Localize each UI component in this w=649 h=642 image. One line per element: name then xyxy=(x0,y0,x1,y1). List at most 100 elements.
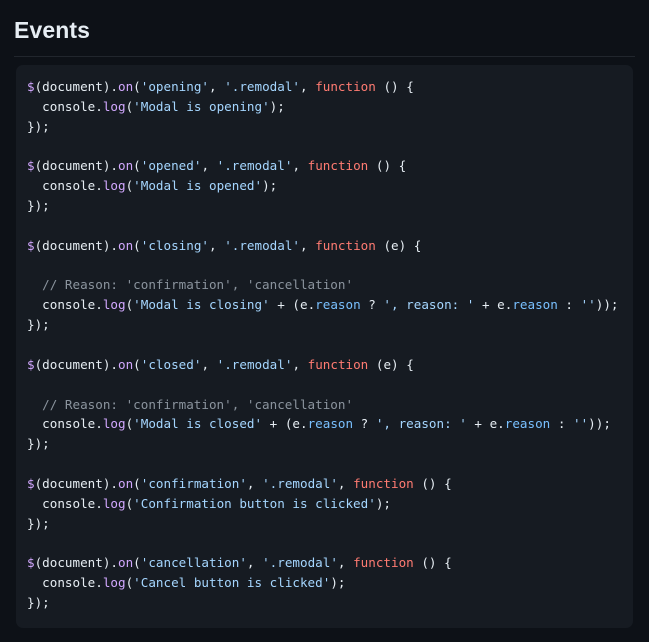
code-token: 'closing' xyxy=(140,237,210,253)
code-token: on xyxy=(118,237,134,253)
code-token: '.remodal' xyxy=(224,79,301,94)
code-token: $ xyxy=(27,475,35,491)
code-token: ', reason: ' xyxy=(375,416,467,432)
code-token: ( xyxy=(133,475,141,491)
code-token: () { xyxy=(413,475,452,491)
code-token: , xyxy=(292,158,308,174)
code-token: , xyxy=(209,237,225,253)
code-token: on xyxy=(118,356,134,372)
code-token: on xyxy=(118,475,134,491)
code-token: : xyxy=(557,297,581,313)
code-token: ); xyxy=(262,178,278,194)
code-token: // Reason: 'confirmation', 'cancellation… xyxy=(27,277,354,293)
code-token: $ xyxy=(27,356,35,372)
code-token: + e. xyxy=(466,416,505,432)
code-token: )); xyxy=(595,297,619,313)
code-token: 'cancellation' xyxy=(140,555,247,571)
code-token: 'confirmation' xyxy=(140,475,247,491)
code-token: reason xyxy=(512,297,558,313)
code-line: // Reason: 'confirmation', 'cancellation… xyxy=(27,397,353,412)
code-line: console.log('Modal is opened'); xyxy=(27,178,277,193)
code-line: }); xyxy=(27,119,50,134)
section-header: Events xyxy=(0,0,649,57)
code-token: // Reason: 'confirmation', 'cancellation… xyxy=(27,396,354,412)
code-token: 'Cancel button is clicked' xyxy=(133,575,331,591)
code-line: }); xyxy=(27,595,50,610)
code-token: ( xyxy=(133,237,141,253)
code-token: 'Confirmation button is clicked' xyxy=(133,495,376,511)
code-token: '' xyxy=(573,416,589,432)
code-token: (document). xyxy=(34,475,118,491)
code-line: // Reason: 'confirmation', 'cancellation… xyxy=(27,277,353,292)
code-token: ? xyxy=(360,297,384,313)
title-divider xyxy=(14,56,635,57)
code-scroll-region[interactable]: $(document).on('opening', '.remodal', fu… xyxy=(16,65,633,628)
code-token: $ xyxy=(27,237,35,253)
code-token: ); xyxy=(269,98,285,114)
code-token: ', reason: ' xyxy=(383,297,475,313)
code-token: 'opening' xyxy=(140,79,210,94)
code-token: function xyxy=(315,237,376,253)
code-token: function xyxy=(307,356,369,372)
code-token: () { xyxy=(413,555,452,571)
code-token: '.remodal' xyxy=(216,158,293,174)
documentation-page: Events $(document).on('opening', '.remod… xyxy=(0,0,649,642)
code-token: 'Modal is closed' xyxy=(133,416,263,432)
code-line: $(document).on('cancellation', '.remodal… xyxy=(27,555,452,570)
code-token: log xyxy=(102,297,126,313)
code-token: log xyxy=(102,416,126,432)
code-token: (document). xyxy=(34,79,118,94)
code-token: () { xyxy=(368,158,407,174)
code-token: $ xyxy=(27,555,35,571)
code-line: }); xyxy=(27,436,50,451)
code-token: , xyxy=(300,237,316,253)
code-token: $ xyxy=(27,79,35,94)
code-snippet[interactable]: $(document).on('opening', '.remodal', fu… xyxy=(27,77,633,613)
code-token: reason xyxy=(307,416,354,432)
code-token: )); xyxy=(588,416,611,432)
code-token: }); xyxy=(27,515,50,531)
code-token: '.remodal' xyxy=(262,475,338,491)
code-line: $(document).on('opened', '.remodal', fun… xyxy=(27,158,406,173)
code-token: (e) { xyxy=(368,356,414,372)
code-token: console. xyxy=(27,98,103,114)
code-token: reason xyxy=(504,416,551,432)
code-token: log xyxy=(102,178,126,194)
code-token: '.remodal' xyxy=(216,356,293,372)
code-token: reason xyxy=(315,297,361,313)
code-line: $(document).on('closing', '.remodal', fu… xyxy=(27,238,421,253)
code-token: 'Modal is opened' xyxy=(133,178,263,194)
code-line: console.log('Confirmation button is clic… xyxy=(27,496,391,511)
code-token: (document). xyxy=(34,356,118,372)
code-token: , xyxy=(209,79,225,94)
code-token: , xyxy=(292,356,308,372)
code-token: ( xyxy=(133,356,141,372)
code-token: 'closed' xyxy=(140,356,202,372)
code-token: , xyxy=(246,555,263,571)
code-token: }); xyxy=(27,317,50,333)
code-token: on xyxy=(118,158,134,174)
code-token: , xyxy=(246,475,263,491)
code-token: + e. xyxy=(474,297,513,313)
code-token: console. xyxy=(27,575,103,591)
code-token: (document). xyxy=(34,555,118,571)
code-token: console. xyxy=(27,178,103,194)
code-line: $(document).on('opening', '.remodal', fu… xyxy=(27,79,414,94)
code-token: (document). xyxy=(34,158,118,174)
code-line: $(document).on('confirmation', '.remodal… xyxy=(27,476,452,491)
code-token: log xyxy=(102,98,126,114)
code-line: $(document).on('closed', '.remodal', fun… xyxy=(27,357,414,372)
code-token: ( xyxy=(133,158,141,174)
code-line: console.log('Modal is opening'); xyxy=(27,99,285,114)
code-token: $ xyxy=(27,158,35,174)
code-line: console.log('Modal is closed' + (e.reaso… xyxy=(27,416,611,431)
code-token: 'Modal is opening' xyxy=(133,98,270,114)
page-title: Events xyxy=(14,17,91,43)
code-token: function xyxy=(353,475,414,491)
code-token: function xyxy=(307,158,369,174)
code-token: : xyxy=(550,416,573,432)
code-token: log xyxy=(102,575,126,591)
code-token: function xyxy=(315,79,376,94)
code-token: + (e. xyxy=(269,297,316,313)
code-token: }); xyxy=(27,198,50,214)
